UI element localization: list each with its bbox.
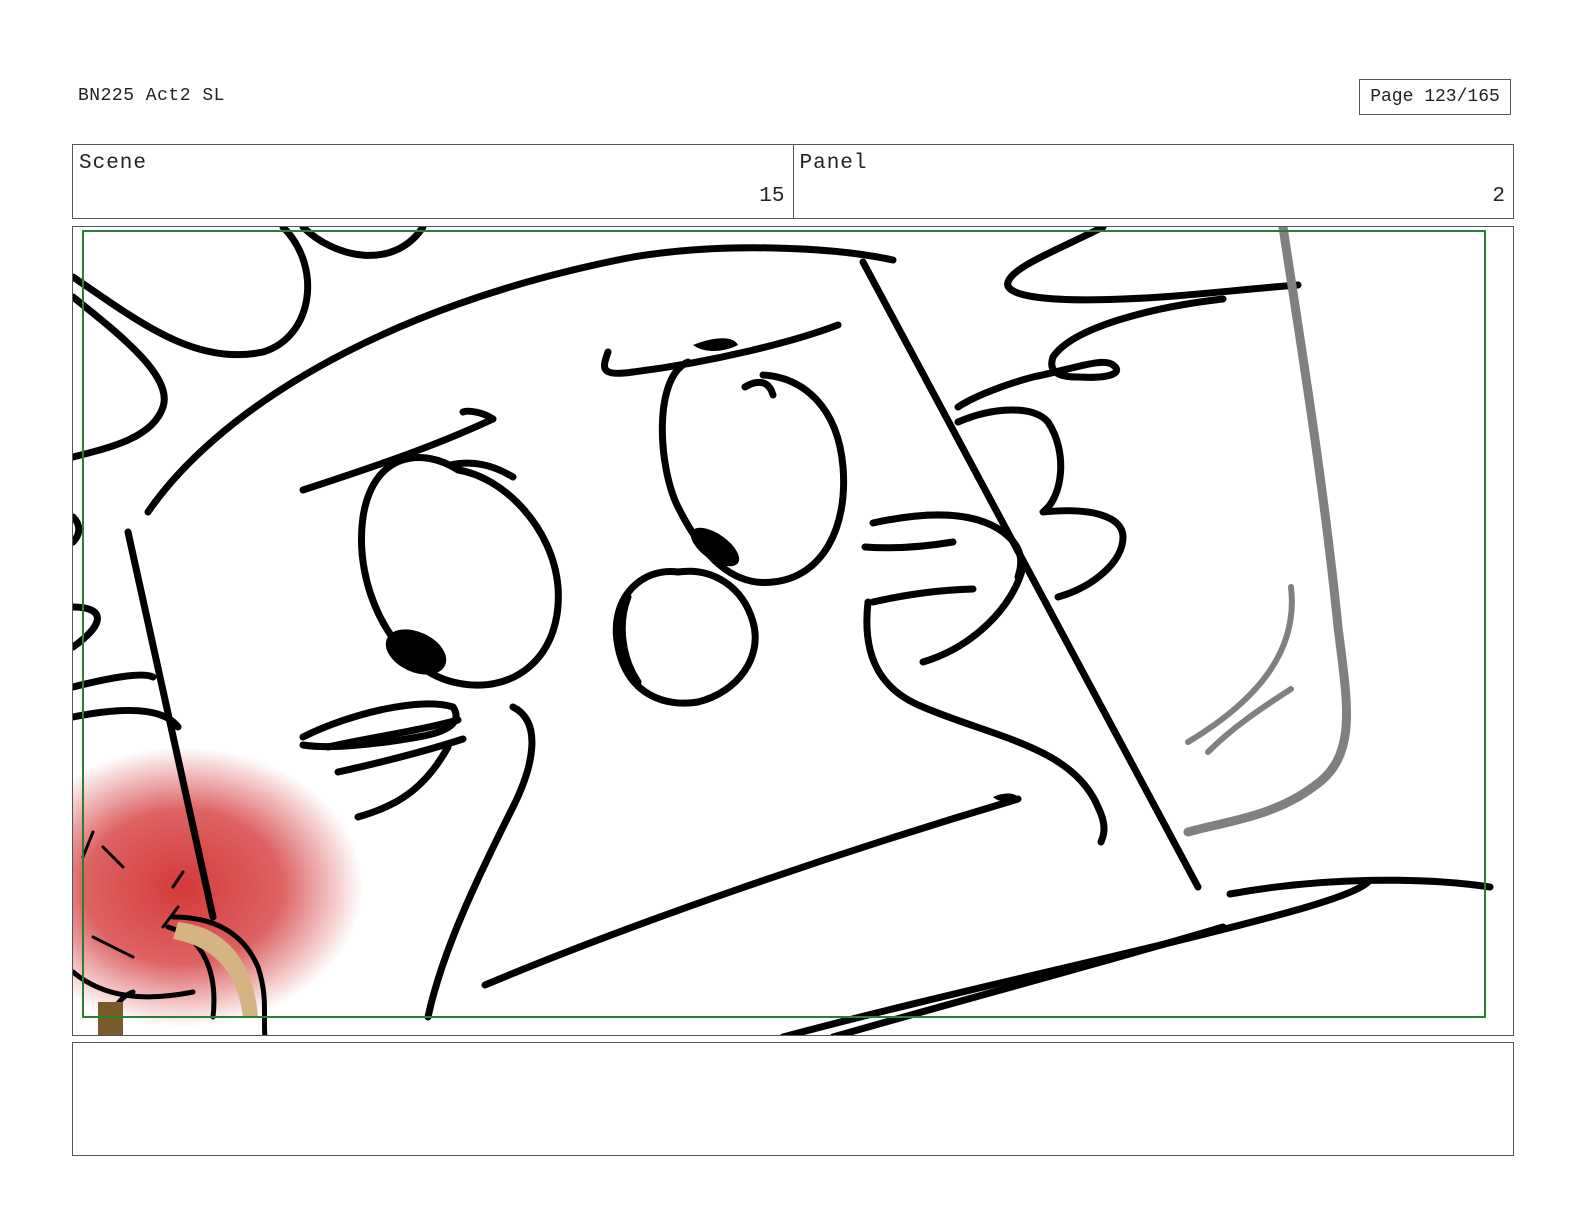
scene-cell: Scene 15 — [73, 145, 793, 218]
panel-notes-box — [72, 1042, 1514, 1156]
panel-label: Panel — [799, 152, 868, 175]
scene-panel-info: Scene 15 Panel 2 — [72, 144, 1514, 219]
blush-glow — [73, 747, 363, 1027]
panel-number: 2 — [1492, 185, 1505, 208]
panel-cell: Panel 2 — [792, 145, 1514, 218]
page-number: Page 123/165 — [1359, 79, 1511, 115]
scene-number: 15 — [759, 185, 785, 208]
scene-label: Scene — [79, 152, 148, 175]
document-title: BN225 Act2 SL — [78, 86, 225, 106]
storyboard-panel — [72, 226, 1514, 1036]
panel-drawing — [73, 227, 1494, 1035]
